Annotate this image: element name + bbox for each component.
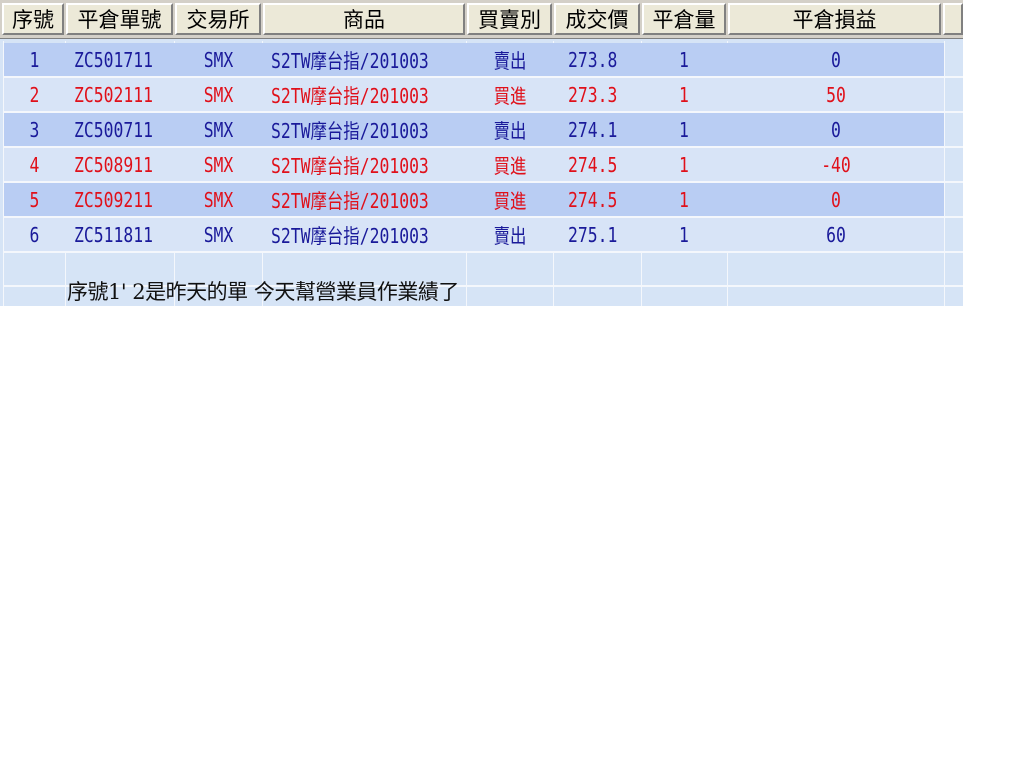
column-header-product[interactable]: 商品	[263, 3, 465, 35]
cell-pnl: 0	[831, 117, 841, 142]
cell-seq: 4	[29, 152, 40, 177]
cell-order-no: ZC500711	[74, 117, 153, 142]
cell-qty: 1	[679, 222, 689, 247]
cell-product: S2TW摩台指/201003	[271, 189, 429, 213]
cell-pnl: 60	[826, 222, 846, 247]
column-header-qty[interactable]: 平倉量	[642, 3, 726, 35]
table-row[interactable]: 4 ZC508911 SMX S2TW摩台指/201003 買進 274.5 1 -40	[4, 148, 944, 181]
cell-order-no: ZC511811	[74, 222, 153, 247]
grid-line	[4, 251, 963, 253]
cell-pnl: 0	[831, 187, 841, 212]
table-row[interactable]: 6 ZC511811 SMX S2TW摩台指/201003 賣出 275.1 1 60	[4, 218, 944, 251]
cell-side: 賣出	[493, 119, 527, 143]
table-row[interactable]: 2 ZC502111 SMX S2TW摩台指/201003 買進 273.3 1 50	[4, 78, 944, 111]
column-header-pnl[interactable]: 平倉損益	[728, 3, 941, 35]
cell-seq: 1	[29, 47, 40, 72]
cell-seq: 6	[29, 222, 40, 247]
cell-price: 275.1	[568, 222, 618, 247]
note-text: 序號1' 2是昨天的單 今天幫營業員作業績了	[67, 280, 459, 304]
cell-exchange: SMX	[203, 82, 234, 107]
cell-exchange: SMX	[203, 117, 234, 142]
cell-qty: 1	[679, 152, 689, 177]
column-header-seq[interactable]: 序號	[2, 3, 64, 35]
cell-exchange: SMX	[203, 152, 234, 177]
grid-header: 序號 平倉單號 交易所 商品 買賣別 成交價 平倉量 平倉損益	[0, 0, 963, 39]
cell-side: 買進	[493, 154, 527, 178]
column-header-side[interactable]: 買賣別	[467, 3, 552, 35]
column-header-price[interactable]: 成交價	[554, 3, 640, 35]
table-row[interactable]: 5 ZC509211 SMX S2TW摩台指/201003 買進 274.5 1 0	[4, 183, 944, 216]
cell-qty: 1	[679, 82, 689, 107]
cell-price: 274.1	[568, 117, 618, 142]
grid-body: 1 ZC501711 SMX S2TW摩台指/201003 賣出 273.8 1 0 2 ZC50…	[0, 41, 963, 306]
cell-pnl: -40	[821, 152, 851, 177]
cell-product: S2TW摩台指/201003	[271, 119, 429, 143]
cell-qty: 1	[679, 117, 689, 142]
cell-product: S2TW摩台指/201003	[271, 224, 429, 248]
cell-price: 274.5	[568, 187, 618, 212]
table-row[interactable]: 1 ZC501711 SMX S2TW摩台指/201003 賣出 273.8 1 0	[4, 43, 944, 76]
cell-price: 273.8	[568, 47, 618, 72]
cell-price: 273.3	[568, 82, 618, 107]
cell-exchange: SMX	[203, 47, 234, 72]
cell-seq: 3	[29, 117, 40, 142]
cell-price: 274.5	[568, 152, 618, 177]
grid-line	[944, 41, 945, 306]
cell-qty: 1	[679, 187, 689, 212]
cell-side: 買進	[493, 84, 527, 108]
cell-product: S2TW摩台指/201003	[271, 84, 429, 108]
cell-order-no: ZC501711	[74, 47, 153, 72]
column-header-exchange[interactable]: 交易所	[175, 3, 261, 35]
cell-seq: 5	[29, 187, 40, 212]
cell-order-no: ZC502111	[74, 82, 153, 107]
cell-side: 賣出	[493, 49, 527, 73]
cell-seq: 2	[29, 82, 40, 107]
cell-order-no: ZC508911	[74, 152, 153, 177]
cell-side: 買進	[493, 189, 527, 213]
cell-exchange: SMX	[203, 187, 234, 212]
cell-pnl: 50	[826, 82, 846, 107]
column-header-filler	[943, 3, 963, 35]
cell-order-no: ZC509211	[74, 187, 153, 212]
cell-qty: 1	[679, 47, 689, 72]
table-row[interactable]: 3 ZC500711 SMX S2TW摩台指/201003 賣出 274.1 1 0	[4, 113, 944, 146]
cell-side: 賣出	[493, 224, 527, 248]
cell-exchange: SMX	[203, 222, 234, 247]
cell-pnl: 0	[831, 47, 841, 72]
closed-positions-grid: 序號 平倉單號 交易所 商品 買賣別 成交價 平倉量 平倉損益 1 ZC50171…	[0, 0, 963, 306]
cell-product: S2TW摩台指/201003	[271, 49, 429, 73]
cell-product: S2TW摩台指/201003	[271, 154, 429, 178]
column-header-order-no[interactable]: 平倉單號	[66, 3, 173, 35]
